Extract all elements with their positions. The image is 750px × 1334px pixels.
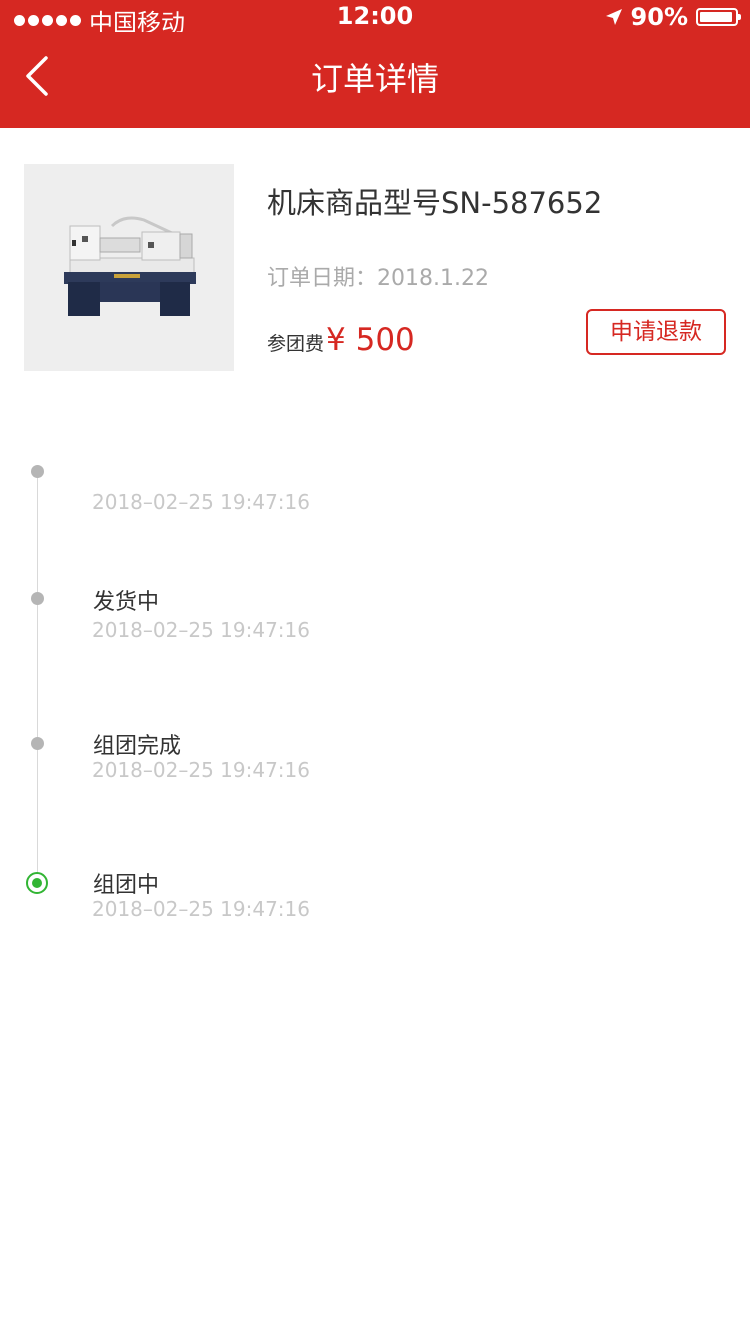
- order-date-label: 订单日期：: [267, 266, 378, 291]
- navigation-bar: 订单详情: [0, 32, 750, 128]
- order-date-value: 2018.1.22: [377, 266, 489, 291]
- timeline-dot: [31, 737, 44, 750]
- status-bar: 中国移动 12:00 90%: [0, 0, 750, 37]
- timeline-line: [37, 472, 38, 882]
- page-title: 订单详情: [310, 60, 439, 98]
- fee-label: 参团费: [267, 333, 325, 355]
- fee-amount: ¥ 500: [326, 322, 415, 358]
- timeline-item-time: 2018–02–25 19:47:16: [92, 758, 310, 782]
- timeline-item-title: 组团完成: [93, 734, 182, 759]
- timeline-dot: [31, 465, 44, 478]
- refund-button[interactable]: 申请退款: [586, 309, 726, 355]
- lathe-machine-image: [64, 216, 196, 316]
- battery-icon: [696, 8, 741, 26]
- fee-row: 参团费¥ 500: [267, 322, 415, 358]
- battery-percent: 90%: [630, 3, 688, 31]
- timeline-item-time: 2018–02–25 19:47:16: [92, 618, 310, 642]
- timeline-dot: [31, 592, 44, 605]
- order-date: 订单日期：2018.1.22: [267, 260, 489, 292]
- timeline-item-title: 组团中: [93, 873, 160, 898]
- location-arrow-icon: [605, 9, 622, 25]
- order-timeline: 2018–02–25 19:47:16 发货中 2018–02–25 19:47…: [0, 440, 750, 960]
- status-right: 90%: [605, 3, 741, 31]
- timeline-dot-active: [26, 872, 48, 894]
- timeline-item-time: 2018–02–25 19:47:16: [92, 490, 310, 514]
- timeline-item-time: 2018–02–25 19:47:16: [92, 897, 310, 921]
- timeline-item-title: 发货中: [93, 590, 160, 615]
- product-name: 机床商品型号SN-587652: [267, 186, 603, 220]
- product-card: 机床商品型号SN-587652 订单日期：2018.1.22 参团费¥ 500 …: [24, 164, 726, 372]
- product-image[interactable]: [24, 164, 234, 371]
